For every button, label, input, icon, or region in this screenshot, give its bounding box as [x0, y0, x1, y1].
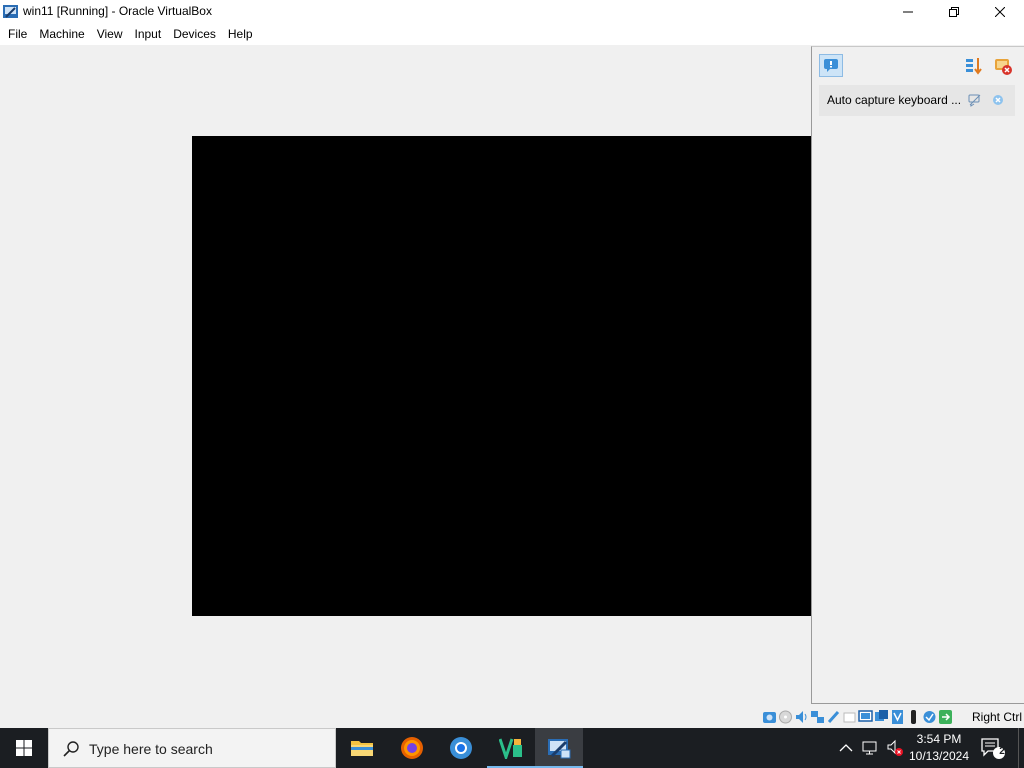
- notification-center: Auto capture keyboard ...: [811, 46, 1024, 704]
- arrow-icon[interactable]: [938, 709, 953, 725]
- clock-date: 10/13/2024: [908, 749, 970, 763]
- close-notification-icon[interactable]: [991, 93, 1005, 107]
- notification-count-badge: 2: [999, 746, 1005, 757]
- show-desktop-button[interactable]: [1018, 728, 1024, 768]
- display-icon[interactable]: [858, 709, 873, 725]
- mouse-integration-icon[interactable]: [906, 709, 921, 725]
- volume-muted-icon[interactable]: [886, 739, 904, 757]
- network-tray-icon[interactable]: [862, 740, 880, 756]
- close-button[interactable]: [977, 0, 1023, 23]
- notification-center-toggle[interactable]: [819, 54, 843, 77]
- menu-devices[interactable]: Devices: [167, 23, 222, 45]
- clear-all-icon[interactable]: [993, 56, 1013, 76]
- menu-file[interactable]: File: [2, 23, 33, 45]
- audio-icon[interactable]: [794, 709, 809, 725]
- host-key-label[interactable]: Right Ctrl: [972, 710, 1022, 724]
- notification-text: Auto capture keyboard ...: [827, 93, 962, 107]
- taskbar-chrome[interactable]: [437, 728, 485, 768]
- chevron-up-icon[interactable]: [838, 740, 854, 756]
- taskbar-search-box[interactable]: Type here to search: [48, 728, 336, 768]
- action-center-button[interactable]: 2: [980, 736, 1006, 760]
- capture-icon[interactable]: [890, 709, 905, 725]
- recording-icon[interactable]: [874, 709, 889, 725]
- folder-icon: [351, 741, 373, 756]
- usb-icon[interactable]: [826, 709, 841, 725]
- guest-screen[interactable]: [192, 136, 811, 616]
- menu-view[interactable]: View: [91, 23, 129, 45]
- taskbar-virtualbox[interactable]: [535, 728, 583, 768]
- window-title: win11 [Running] - Oracle VirtualBox: [23, 4, 212, 18]
- keyboard-icon[interactable]: [922, 709, 937, 725]
- firefox-icon: [401, 737, 423, 759]
- notification-icon: [824, 59, 838, 72]
- restore-button[interactable]: [931, 0, 977, 23]
- chrome-icon: [450, 737, 472, 759]
- hard-disk-icon[interactable]: [762, 709, 777, 725]
- network-icon[interactable]: [810, 709, 825, 725]
- notification-item[interactable]: Auto capture keyboard ...: [819, 85, 1015, 116]
- menu-bar: File Machine View Input Devices Help: [0, 23, 1024, 45]
- menu-help[interactable]: Help: [222, 23, 259, 45]
- menu-machine[interactable]: Machine: [33, 23, 90, 45]
- dont-show-again-icon[interactable]: [968, 93, 982, 107]
- minimize-icon: [903, 11, 913, 12]
- windows-logo-icon: [16, 740, 32, 756]
- search-placeholder: Type here to search: [89, 741, 213, 757]
- menu-input[interactable]: Input: [129, 23, 168, 45]
- taskbar-clock[interactable]: 3:54 PM 10/13/2024: [906, 731, 972, 765]
- virtualbox-app-icon: [3, 5, 18, 18]
- restore-icon: [949, 6, 959, 17]
- taskbar-green-app[interactable]: [487, 728, 535, 768]
- minimize-button[interactable]: [885, 0, 931, 23]
- search-icon: [63, 741, 79, 757]
- taskbar: Type here to search 3:54 PM 10/13/2024 2: [0, 728, 1024, 768]
- virtualbox-icon: [548, 739, 571, 759]
- clock-time: 3:54 PM: [916, 732, 962, 746]
- start-button[interactable]: [0, 728, 48, 768]
- taskbar-firefox[interactable]: [388, 728, 436, 768]
- sort-icon[interactable]: [964, 56, 984, 76]
- shared-folders-icon[interactable]: [842, 709, 857, 725]
- taskbar-file-explorer[interactable]: [338, 728, 386, 768]
- title-bar[interactable]: win11 [Running] - Oracle VirtualBox: [0, 0, 1024, 23]
- close-icon: [995, 6, 1005, 17]
- optical-disk-icon[interactable]: [778, 709, 793, 725]
- app-logo-icon: [499, 738, 522, 759]
- status-bar: Right Ctrl: [0, 706, 1024, 728]
